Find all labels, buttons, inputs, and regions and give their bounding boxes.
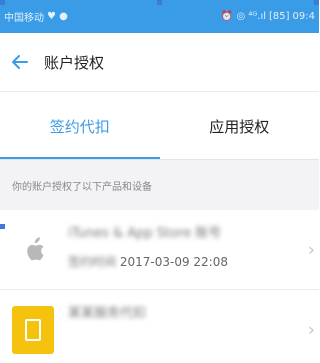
arrow-left-icon [12, 55, 28, 69]
corner-marker [314, 0, 319, 5]
tab-label: 签约代扣 [49, 117, 110, 136]
tab-app-authorization[interactable]: 应用授权 [160, 92, 320, 160]
tab-label: 应用授权 [209, 117, 270, 136]
app-logo-icon [12, 305, 54, 354]
back-button[interactable] [0, 33, 40, 91]
battery-indicator: [85] [269, 11, 290, 22]
section-header-text: 你的账户授权了以下产品和设备 [12, 181, 152, 193]
subtitle-prefix: 签约时间 [68, 255, 117, 269]
clock: 09:4 [292, 11, 315, 22]
item-title: 某某服务代扣 [68, 306, 147, 321]
apple-logo-icon [14, 230, 54, 270]
item-title: iTunes & App Store 账号 [68, 226, 222, 241]
item-body: 某某服务代扣 [68, 302, 289, 321]
tab-bar: 签约代扣 应用授权 [0, 92, 319, 160]
item-body: iTunes & App Store 账号 签约时间 2017-03-09 22… [68, 222, 289, 270]
chevron-right-icon: › [307, 239, 315, 260]
app-bar: 账户授权 [0, 33, 319, 91]
carrier-label: 中国移动 [4, 13, 44, 24]
notification-icons: ♥ ● [47, 11, 68, 22]
page-title: 账户授权 [44, 53, 105, 72]
subtitle-date: 2017-03-09 22:08 [119, 255, 228, 269]
status-left: 中国移动 ♥ ● [4, 9, 68, 24]
item-subtitle: 签约时间 2017-03-09 22:08 [68, 253, 289, 270]
section-header: 你的账户授权了以下产品和设备 [0, 160, 319, 210]
system-icons: ⏰ ◎ ⁴ᴳ.ıl [220, 11, 266, 22]
list-item[interactable]: iTunes & App Store 账号 签约时间 2017-03-09 22… [0, 210, 319, 290]
tab-signed-deductions[interactable]: 签约代扣 [0, 92, 160, 160]
corner-marker [0, 224, 5, 229]
chevron-right-icon: › [307, 319, 315, 340]
corner-marker [0, 0, 5, 5]
authorization-list: iTunes & App Store 账号 签约时间 2017-03-09 22… [0, 210, 319, 363]
corner-marker [157, 0, 162, 5]
list-item[interactable]: 某某服务代扣 › [0, 290, 319, 363]
status-right: ⏰ ◎ ⁴ᴳ.ıl [85] 09:4 [221, 11, 315, 22]
